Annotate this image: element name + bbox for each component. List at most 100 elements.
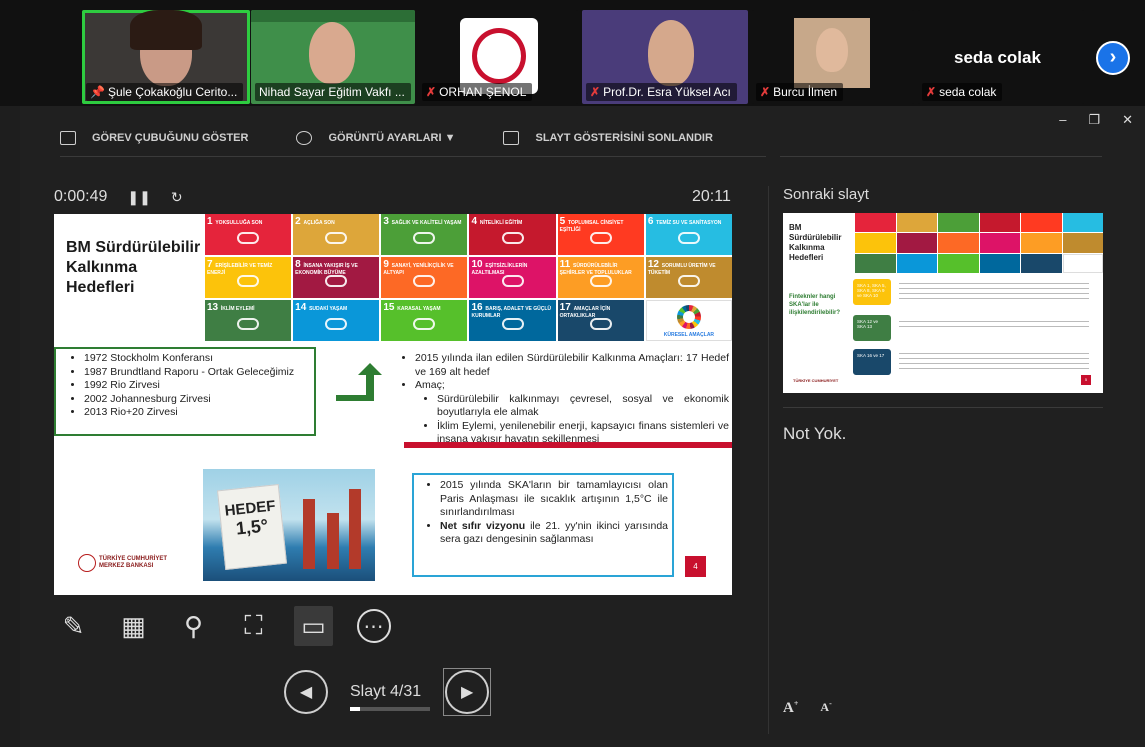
banner [251, 10, 415, 22]
pause-icon[interactable]: ❚❚ [127, 189, 150, 206]
black-screen-button[interactable]: ⛶ [234, 606, 273, 646]
sdg-symbol-icon [413, 231, 436, 244]
sdg-label: KARASAL YAŞAM [397, 306, 441, 312]
sdg-number: 11 [559, 259, 574, 270]
chimney [349, 489, 361, 569]
thumb-question: Finteknler hangi SKA'lar ile ilişkilendi… [789, 294, 841, 316]
divider [783, 407, 1103, 408]
sdg-symbol-icon [413, 274, 436, 287]
thumb-wheel-tile [1062, 253, 1103, 273]
thumb-sdg-tile [1021, 213, 1062, 233]
sdg-tile: 12 SORUMLU ÜRETİM VE TÜKETİM [645, 257, 732, 298]
timer-value: 0:00:49 [54, 188, 108, 205]
participant-tile[interactable]: seda colak ✗ seda colak [918, 10, 1084, 104]
sdg-number: 4 [471, 216, 480, 227]
sdg-symbol-icon [677, 231, 700, 244]
thumb-chip: SKA 12 ve SKA 13 [853, 315, 891, 341]
sdg-symbol-icon [589, 231, 612, 244]
avatar [794, 18, 870, 88]
participant-tile[interactable]: ✗ ORHAN ŞENOL [418, 10, 578, 104]
thumb-page-number: 5 [1081, 375, 1091, 385]
history-item: 2002 Johannesburg Zirvesi [84, 393, 308, 407]
triangle-left-icon: ◀ [299, 684, 313, 701]
sdg-symbol-icon [325, 317, 348, 330]
goals-text: 2015 yılında ilan edilen Sürdürülebilir … [399, 352, 729, 447]
sdg-symbol-icon [589, 274, 612, 287]
bank-mark-icon [78, 554, 96, 572]
participant-name: Nihad Sayar Eğitim Vakfı ... [255, 83, 411, 101]
red-bar [404, 442, 732, 448]
sdg-tile: 7 ERİŞİLEBİLİR VE TEMİZ ENERJİ [205, 257, 292, 298]
camera-button[interactable]: ▭ [294, 606, 333, 646]
sdg-tile: 8 İNSANA YAKIŞIR İŞ VE EKONOMİK BÜYÜME [293, 257, 380, 298]
thumb-sdg-tile [896, 213, 937, 233]
thumb-sdg-tile [855, 253, 896, 273]
target-photo: HEDEF 1,5° [203, 469, 375, 581]
display-settings-label: GÖRÜNTÜ AYARLARI ▼ [328, 132, 456, 144]
thumb-sdg-tile [855, 233, 896, 253]
notes-font-controls: A+ A- [783, 699, 832, 717]
sdg-symbol-icon [589, 317, 612, 330]
decrease-font-button[interactable]: A- [820, 699, 831, 717]
sdg-tile: 11 SÜRDÜRÜLEBİLİR ŞEHİRLER VE TOPLULUKLA… [557, 257, 644, 298]
thumb-sdg-tile [896, 233, 937, 253]
next-participants-button[interactable]: › [1096, 41, 1130, 75]
paris-box: 2015 yılında SKA'ların bir tamamlayıcısı… [412, 473, 674, 577]
minimize-icon[interactable]: – [1059, 112, 1066, 128]
history-item: 2013 Rio+20 Zirvesi [84, 406, 308, 420]
slide-navigation: ◀ Slayt 4/31 ▶ [284, 668, 492, 716]
participant-big-name: seda colak [954, 48, 1041, 67]
sdg-tile: 3 SAĞLIK VE KALİTELİ YAŞAM [381, 214, 468, 255]
presenter-window: GÖREV ÇUBUĞUNU GÖSTER GÖRÜNTÜ AYARLARI ▼… [20, 106, 1145, 747]
reset-icon[interactable]: ↻ [171, 189, 183, 206]
thumb-sdg-tile [1062, 233, 1103, 253]
sdg-label: SAĞLIK VE KALİTELİ YAŞAM [391, 220, 462, 226]
sdg-symbol-icon [677, 274, 700, 287]
next-slide-button[interactable]: ▶ [443, 668, 492, 716]
sdg-symbol-icon [501, 231, 524, 244]
previous-slide-button[interactable]: ◀ [284, 670, 328, 714]
see-all-slides-button[interactable]: ▦ [114, 606, 153, 646]
sdg-number: 12 [647, 259, 662, 270]
display-settings-icon [296, 131, 313, 145]
sdg-label: TEMİZ SU VE SANİTASYON [656, 220, 722, 226]
show-taskbar-button[interactable]: GÖREV ÇUBUĞUNU GÖSTER [60, 131, 248, 145]
panel-divider [768, 186, 769, 734]
participant-tile[interactable]: ✗ Prof.Dr. Esra Yüksel Acı [582, 10, 748, 104]
close-icon[interactable]: ✕ [1122, 112, 1133, 128]
sdg-number: 2 [295, 216, 304, 227]
sdg-number: 10 [471, 259, 486, 270]
thumb-sdg-tile [979, 213, 1020, 233]
sdg-label: YOKSULLUĞA SON [215, 220, 263, 226]
restore-icon[interactable]: ❐ [1088, 112, 1100, 128]
camera-icon: ▭ [301, 610, 326, 641]
sdg-tile: 4 NİTELİKLİ EĞİTİM [469, 214, 556, 255]
end-slideshow-button[interactable]: SLAYT GÖSTERİSİNİ SONLANDIR [503, 131, 713, 145]
participant-tile[interactable]: ✗ Burcu İlmen [752, 10, 914, 104]
more-options-button[interactable]: ⋯ [354, 606, 393, 646]
speaker-notes: Not Yok. [783, 424, 847, 443]
thumb-text-lines [899, 353, 1089, 369]
taskbar-icon [60, 131, 76, 145]
slide-counter: Slayt 4/31 [350, 683, 430, 711]
thumb-sdg-tile [1062, 213, 1103, 233]
sdg-symbol-icon [325, 274, 348, 287]
display-settings-button[interactable]: GÖRÜNTÜ AYARLARI ▼ [296, 131, 455, 145]
increase-font-button[interactable]: A+ [783, 699, 798, 717]
next-slide-circle: ▶ [445, 670, 490, 714]
sdg-label: AÇLIĞA SON [303, 220, 335, 226]
participant-tile[interactable]: 📌 Şule Çokakoğlu Cerito... [82, 10, 250, 104]
slide-progress [350, 707, 430, 711]
sdg-number: 16 [471, 302, 486, 313]
chimney [327, 513, 339, 569]
thumb-chip: SKA 1, SKA 5, SKA 8, SKA 9 ve SKA 10 [853, 279, 891, 305]
thumb-text-lines [899, 321, 1089, 331]
pen-tool-button[interactable]: ✎ [54, 606, 93, 646]
screen-off-icon: ⛶ [244, 610, 263, 640]
next-slide-label: Sonraki slayt [783, 186, 869, 203]
next-slide-thumbnail[interactable]: BM Sürdürülebilir Kalkınma Hedefleri Fin… [783, 213, 1103, 393]
sdg-label: NİTELİKLİ EĞİTİM [479, 220, 523, 226]
participant-name: ✗ seda colak [922, 83, 1003, 101]
participant-tile[interactable]: Nihad Sayar Eğitim Vakfı ... [251, 10, 415, 104]
zoom-button[interactable]: ⚲ [174, 606, 213, 646]
